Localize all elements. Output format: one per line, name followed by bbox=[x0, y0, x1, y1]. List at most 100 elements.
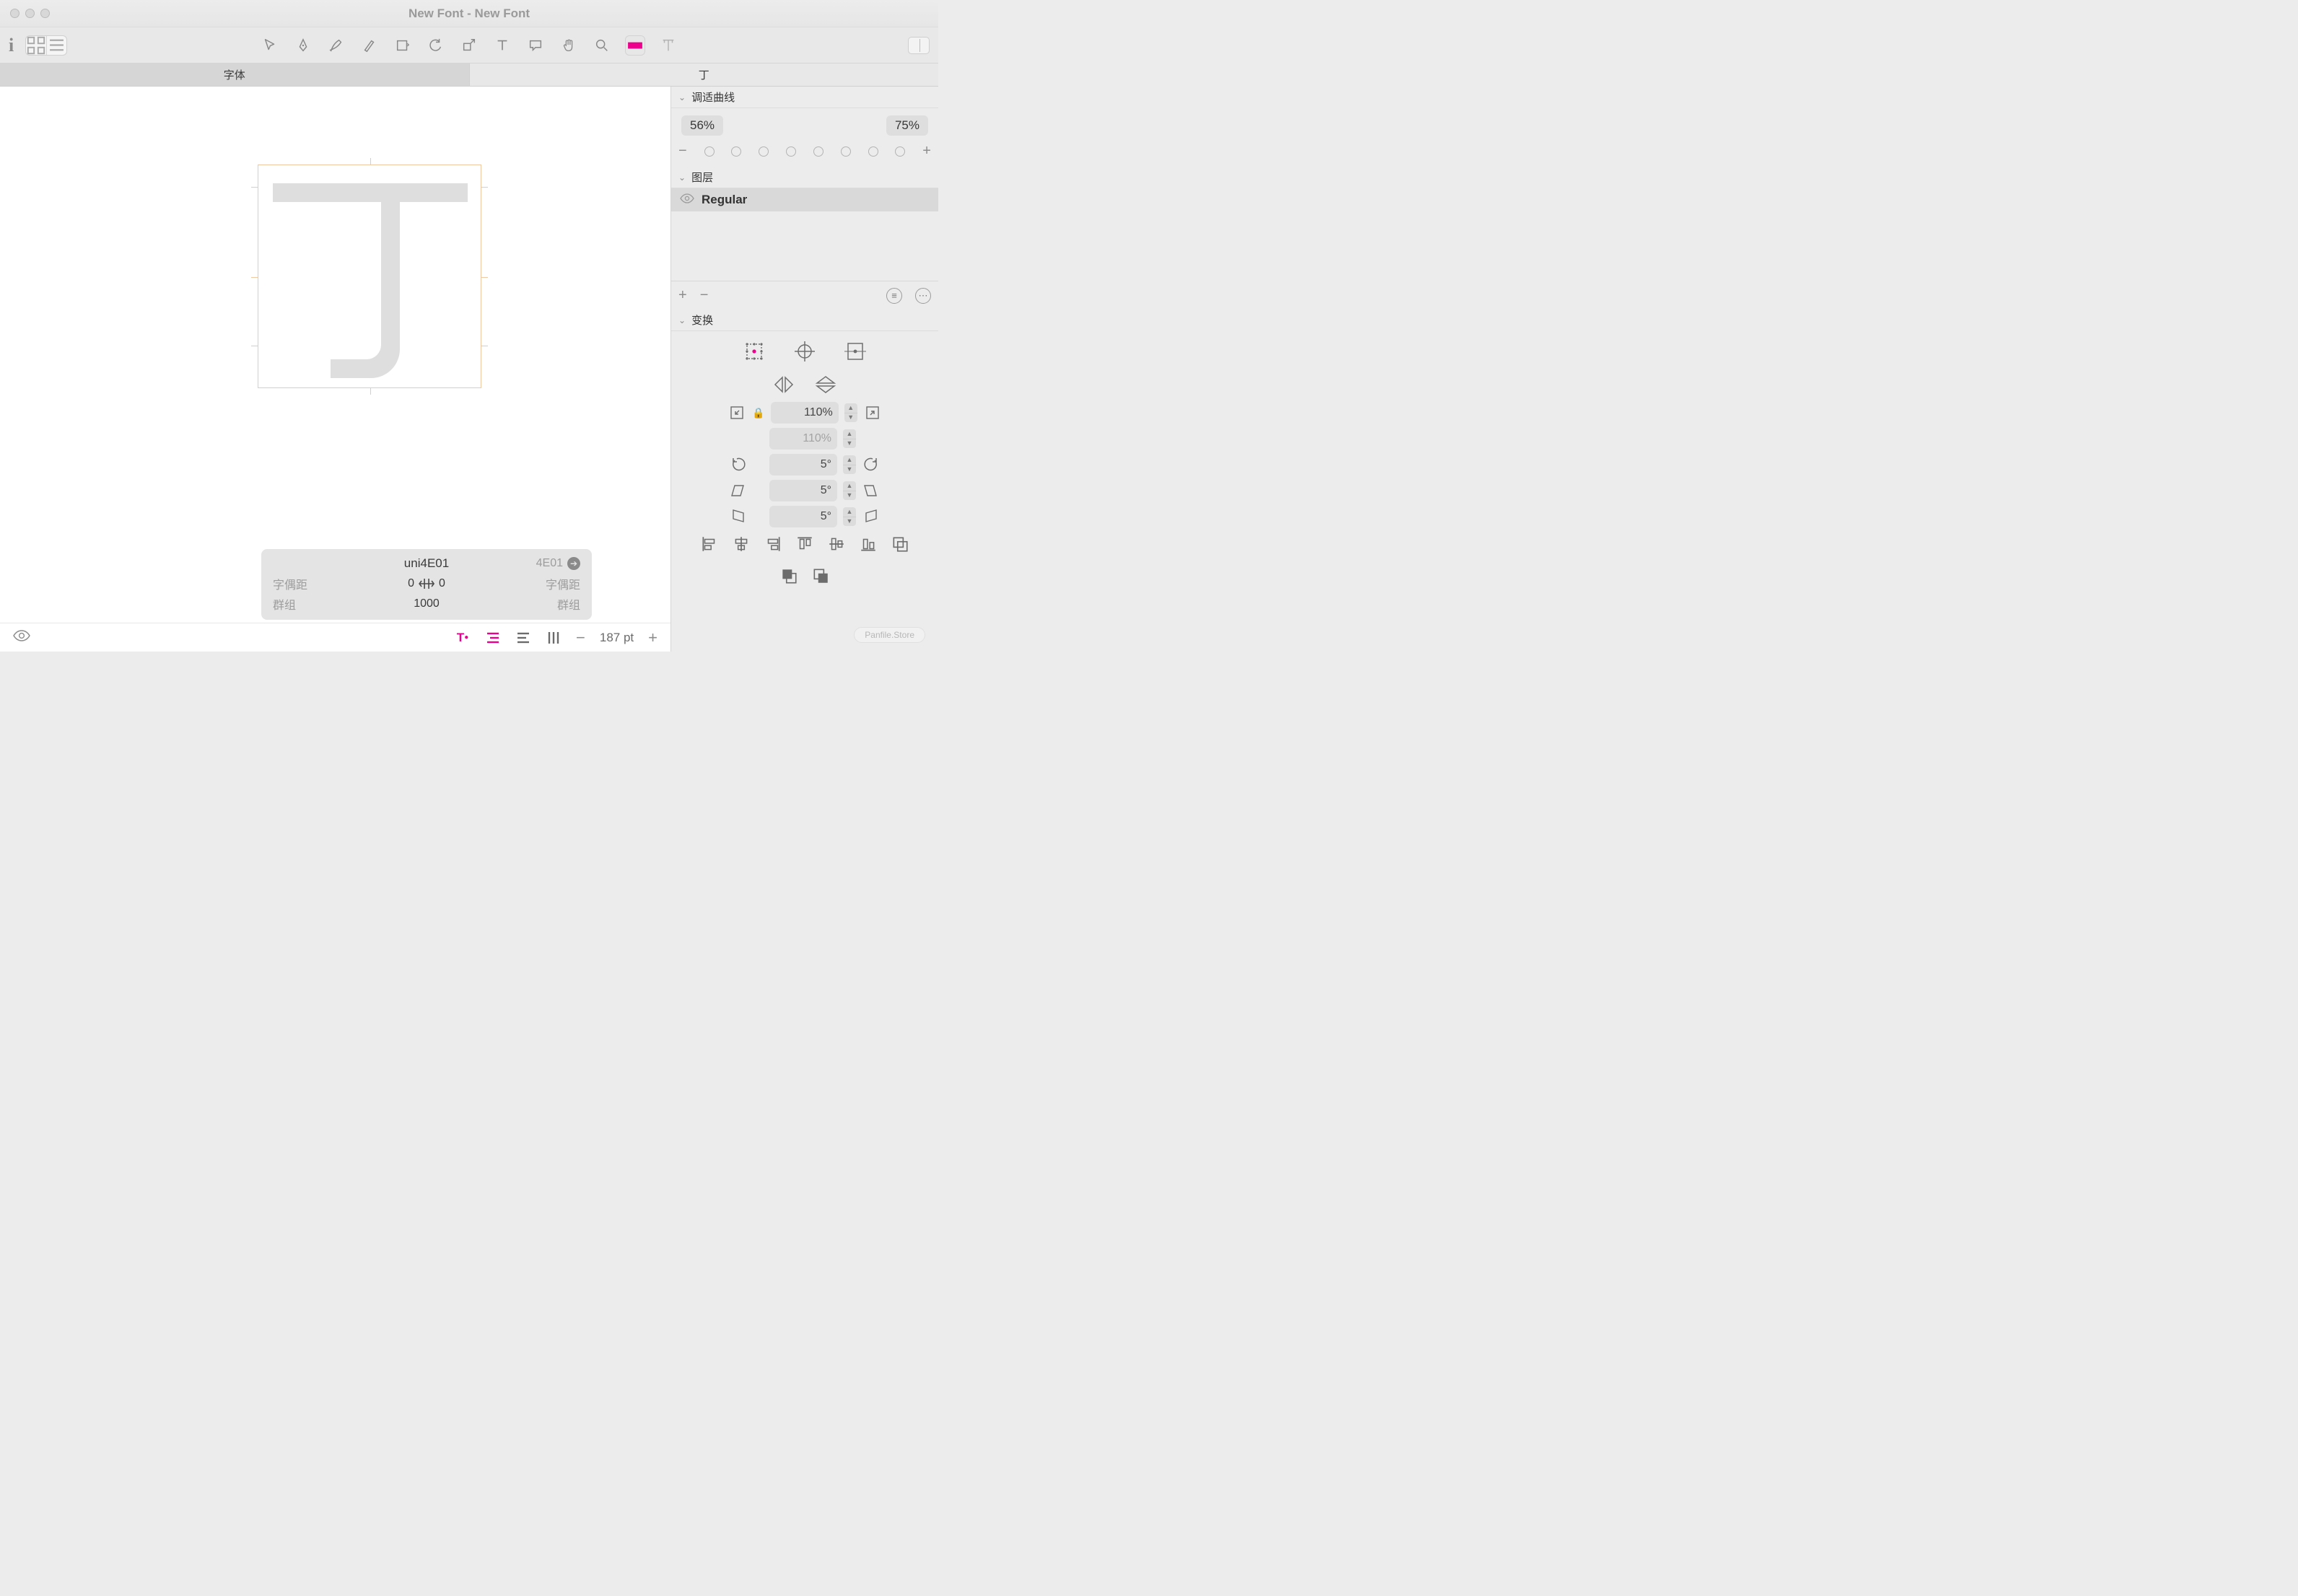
align-hcenter-icon[interactable] bbox=[732, 535, 751, 553]
section-transform-header[interactable]: ⌄ 变换 bbox=[671, 310, 938, 331]
vertical-mode-icon[interactable] bbox=[546, 630, 562, 646]
layers-list-empty bbox=[671, 211, 938, 281]
zoom-out-button[interactable]: − bbox=[576, 628, 585, 647]
origin-crosshair-icon[interactable] bbox=[792, 338, 818, 364]
boolean-union-icon[interactable] bbox=[891, 535, 909, 553]
tab-glyph[interactable]: 丁 bbox=[469, 63, 939, 86]
pencil-tool-icon[interactable] bbox=[326, 35, 346, 56]
zoom-value[interactable]: 187 pt bbox=[600, 631, 634, 645]
preview-eye-icon[interactable] bbox=[13, 630, 30, 645]
glyph-width[interactable]: 1000 bbox=[414, 597, 440, 610]
slider-plus-icon[interactable]: + bbox=[922, 143, 931, 159]
main-area: uni4E01 4E01 ➔ 字偶距 0 0 字偶距 群组 1000 群组 bbox=[0, 87, 938, 652]
rotate-ccw-icon[interactable] bbox=[729, 455, 748, 474]
primitive-tool-icon[interactable] bbox=[393, 35, 413, 56]
rtl-mode-icon[interactable] bbox=[485, 630, 501, 646]
rotate-stepper[interactable]: ▲▼ bbox=[843, 455, 856, 474]
align-bottom-icon[interactable] bbox=[859, 535, 878, 553]
boolean-subtract-icon[interactable] bbox=[779, 566, 798, 585]
skew-up-icon[interactable] bbox=[862, 507, 881, 526]
zoom-button[interactable] bbox=[40, 9, 50, 18]
curve-left-pct[interactable]: 56% bbox=[681, 115, 723, 136]
remove-layer-button[interactable]: − bbox=[700, 287, 709, 304]
toggle-sidebar-button[interactable] bbox=[908, 37, 930, 54]
skew-h-stepper[interactable]: ▲▼ bbox=[843, 481, 856, 500]
zoom-tool-icon[interactable] bbox=[592, 35, 612, 56]
kerning-right-value[interactable]: 0 bbox=[439, 577, 445, 590]
curve-right-pct[interactable]: 75% bbox=[886, 115, 928, 136]
align-vcenter-icon[interactable] bbox=[827, 535, 846, 553]
list-view-icon[interactable] bbox=[46, 36, 66, 55]
layer-item-regular[interactable]: Regular bbox=[671, 188, 938, 211]
ltr-mode-icon[interactable] bbox=[515, 630, 531, 646]
skew-v-stepper[interactable]: ▲▼ bbox=[843, 507, 856, 526]
rotate-tool-icon[interactable] bbox=[426, 35, 446, 56]
titlebar: New Font - New Font bbox=[0, 0, 938, 27]
hand-tool-icon[interactable] bbox=[559, 35, 579, 56]
zoom-in-button[interactable]: + bbox=[648, 628, 657, 647]
lock-icon[interactable]: 🔒 bbox=[752, 407, 764, 419]
watermark: Panfile.Store bbox=[854, 627, 925, 643]
grid-view-icon[interactable] bbox=[26, 36, 46, 55]
inspector-sidebar: ⌄ 调适曲线 56% 75% − + ⌄ 图层 Regular + − ≡ ⋯ bbox=[671, 87, 938, 652]
section-layers-title: 图层 bbox=[691, 170, 713, 185]
kerning-left-value[interactable]: 0 bbox=[408, 577, 414, 590]
tab-font[interactable]: 字体 bbox=[0, 63, 469, 86]
section-curves-header[interactable]: ⌄ 调适曲线 bbox=[671, 87, 938, 108]
text-tool-icon[interactable] bbox=[492, 35, 512, 56]
scale-tool-icon[interactable] bbox=[459, 35, 479, 56]
align-top-icon[interactable] bbox=[795, 535, 814, 553]
skew-right-icon[interactable] bbox=[862, 481, 881, 500]
rotate-input[interactable]: 5° bbox=[769, 454, 837, 475]
slider-minus-icon[interactable]: − bbox=[678, 143, 687, 159]
mirror-horizontal-icon[interactable] bbox=[771, 372, 797, 398]
kerning-right-label: 字偶距 bbox=[546, 575, 580, 592]
kerning-left-label: 字偶距 bbox=[273, 575, 307, 592]
info-button[interactable]: i bbox=[9, 35, 14, 56]
curve-dot-slider[interactable]: − + bbox=[671, 140, 938, 167]
align-left-icon[interactable] bbox=[700, 535, 719, 553]
skew-h-input[interactable]: 5° bbox=[769, 480, 837, 501]
scale-up-icon[interactable] bbox=[863, 403, 882, 422]
glyph-name[interactable]: uni4E01 bbox=[404, 556, 449, 571]
erase-tool-icon[interactable] bbox=[359, 35, 380, 56]
scale-y-stepper[interactable]: ▲▼ bbox=[843, 429, 856, 448]
close-button[interactable] bbox=[10, 9, 19, 18]
text-mode-icon[interactable]: T● bbox=[455, 630, 471, 646]
layer-visibility-icon[interactable] bbox=[680, 193, 694, 206]
unicode-next-icon[interactable]: ➔ bbox=[567, 557, 580, 570]
scale-x-stepper[interactable]: ▲▼ bbox=[844, 403, 857, 422]
align-right-icon[interactable] bbox=[764, 535, 782, 553]
chevron-down-icon: ⌄ bbox=[678, 172, 686, 183]
boolean-intersect-icon[interactable] bbox=[811, 566, 830, 585]
scale-down-icon[interactable] bbox=[728, 403, 746, 422]
annotation-tool-icon[interactable] bbox=[525, 35, 546, 56]
select-tool-icon[interactable] bbox=[260, 35, 280, 56]
chevron-down-icon: ⌄ bbox=[678, 315, 686, 325]
toolbar: i bbox=[0, 27, 938, 63]
skew-v-input[interactable]: 5° bbox=[769, 506, 837, 527]
scale-y-input[interactable]: 110% bbox=[769, 428, 837, 450]
mirror-vertical-icon[interactable] bbox=[813, 372, 839, 398]
minimize-button[interactable] bbox=[25, 9, 35, 18]
pen-tool-icon[interactable] bbox=[293, 35, 313, 56]
add-layer-button[interactable]: + bbox=[678, 287, 687, 304]
origin-metrics-icon[interactable] bbox=[842, 338, 868, 364]
view-mode-segmented[interactable] bbox=[25, 35, 67, 56]
skew-down-icon[interactable] bbox=[729, 507, 748, 526]
rotate-cw-icon[interactable] bbox=[862, 455, 881, 474]
glyph-canvas[interactable]: uni4E01 4E01 ➔ 字偶距 0 0 字偶距 群组 1000 群组 bbox=[0, 87, 671, 652]
glyph-info-panel: uni4E01 4E01 ➔ 字偶距 0 0 字偶距 群组 1000 群组 bbox=[261, 549, 592, 620]
metrics-tool-icon[interactable] bbox=[658, 35, 678, 56]
glyph-unicode[interactable]: 4E01 bbox=[536, 557, 563, 570]
layers-footer: + − ≡ ⋯ bbox=[671, 281, 938, 310]
group-right-label: 群组 bbox=[557, 595, 580, 613]
skew-left-icon[interactable] bbox=[729, 481, 748, 500]
section-layers-header[interactable]: ⌄ 图层 bbox=[671, 167, 938, 188]
measurement-tool-icon[interactable] bbox=[625, 35, 645, 56]
layers-more-icon[interactable]: ⋯ bbox=[915, 288, 931, 304]
window-controls bbox=[0, 9, 50, 18]
scale-x-input[interactable]: 110% bbox=[771, 402, 839, 424]
origin-bbox-icon[interactable] bbox=[741, 338, 767, 364]
layers-menu-icon[interactable]: ≡ bbox=[886, 288, 902, 304]
